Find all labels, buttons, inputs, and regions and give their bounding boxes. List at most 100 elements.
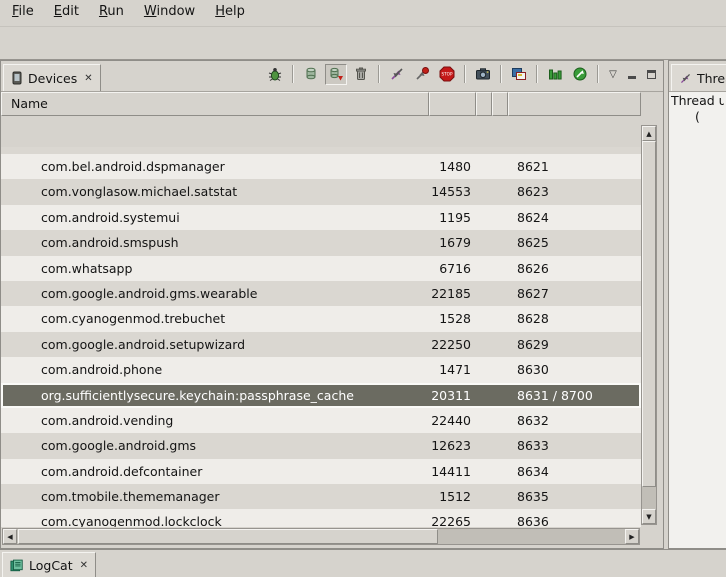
table-row[interactable]: com.vonglasow.michael.satstat145538623 [1, 179, 641, 204]
table-row[interactable]: com.android.vending224408632 [1, 408, 641, 433]
process-empty-cell [492, 509, 508, 527]
process-pid-cell: 22250 [429, 332, 476, 357]
systrace-button[interactable] [544, 64, 566, 85]
tab-logcat[interactable]: LogCat ✕ [2, 552, 96, 577]
process-empty-cell [476, 459, 492, 484]
toolbar-separator [536, 65, 538, 83]
table-row[interactable]: com.google.android.gms.wearable221858627 [1, 281, 641, 306]
table-row[interactable]: com.android.phone14718630 [1, 357, 641, 382]
dump-hprof-button[interactable] [325, 64, 347, 85]
table-row[interactable]: com.android.smspush16798625 [1, 230, 641, 255]
process-port-cell: 8621 [508, 154, 641, 179]
update-threads-button[interactable] [386, 64, 408, 85]
process-port-cell: 8623 [508, 179, 641, 204]
view-menu-icon[interactable]: ▽ [605, 66, 621, 82]
table-row[interactable]: com.google.android.gms126238633 [1, 433, 641, 458]
process-empty-cell [476, 484, 492, 509]
systrace-icon [547, 66, 563, 82]
scroll-down-icon[interactable]: ▼ [642, 509, 656, 524]
table-row[interactable]: com.cyanogenmod.lockclock222658636 [1, 509, 641, 527]
process-empty-cell [492, 281, 508, 306]
table-row[interactable]: com.cyanogenmod.trebuchet15288628 [1, 306, 641, 331]
vertical-scrollbar-thumb[interactable] [642, 141, 656, 487]
cause-gc-button[interactable] [350, 64, 372, 85]
process-empty-cell [492, 433, 508, 458]
tab-threads-label: Threads [697, 71, 726, 86]
process-port-cell: 8624 [508, 205, 641, 230]
process-name-cell: com.tmobile.thememanager [1, 484, 429, 509]
view-hierarchy-button[interactable] [508, 64, 530, 85]
close-icon[interactable]: ✕ [78, 560, 88, 571]
table-row[interactable]: com.tmobile.thememanager15128635 [1, 484, 641, 509]
table-row[interactable]: com.android.defcontainer144118634 [1, 459, 641, 484]
process-empty-cell [492, 332, 508, 357]
tab-threads[interactable]: Threads [671, 64, 726, 91]
process-port-cell: 8633 [508, 433, 641, 458]
process-port-cell: 8625 [508, 230, 641, 255]
column-header-name[interactable]: Name [1, 92, 429, 116]
process-empty-cell [476, 179, 492, 204]
process-pid-cell: 1471 [429, 357, 476, 382]
device-icon [11, 71, 23, 85]
scroll-up-icon[interactable]: ▲ [642, 126, 656, 141]
menu-bar: FileEditRunWindowHelp [0, 0, 726, 26]
process-empty-cell [492, 459, 508, 484]
table-row[interactable]: org.sufficientlysecure.keychain:passphra… [1, 383, 641, 408]
screen-capture-button[interactable] [472, 64, 494, 85]
main-toolbar [0, 26, 726, 60]
process-name-cell: com.android.vending [1, 408, 429, 433]
scroll-left-icon[interactable]: ◀ [3, 529, 17, 544]
update-heap-button[interactable] [300, 64, 322, 85]
process-pid-cell: 1528 [429, 306, 476, 331]
debug-process-button[interactable] [264, 64, 286, 85]
menu-item-file[interactable]: File [2, 0, 44, 26]
process-pid-cell: 1512 [429, 484, 476, 509]
process-empty-cell [476, 332, 492, 357]
menu-item-window[interactable]: Window [134, 0, 205, 26]
toolbar-separator [292, 65, 294, 83]
process-name-cell: com.android.smspush [1, 230, 429, 255]
svg-text:STOP: STOP [441, 72, 453, 77]
menu-item-help[interactable]: Help [205, 0, 255, 26]
table-row[interactable]: com.google.android.setupwizard222508629 [1, 332, 641, 357]
stop-process-button[interactable]: STOP [436, 64, 458, 85]
process-pid-cell: 14411 [429, 459, 476, 484]
horizontal-scrollbar[interactable]: ◀ ▶ [2, 528, 640, 545]
column-header-pid[interactable] [429, 92, 476, 116]
table-row[interactable]: com.android.systemui11958624 [1, 205, 641, 230]
process-empty-cell [476, 357, 492, 382]
toolbar-separator [597, 65, 599, 83]
view-hierarchy-icon [511, 66, 527, 82]
close-icon[interactable]: ✕ [82, 73, 92, 84]
table-row[interactable]: com.whatsapp67168626 [1, 256, 641, 281]
method-profiling-button[interactable] [411, 64, 433, 85]
tab-logcat-label: LogCat [29, 558, 73, 573]
screen-capture-icon [475, 66, 491, 82]
method-profiling-icon [414, 66, 430, 82]
minimize-icon[interactable] [624, 66, 640, 82]
threads-message-line2: ( [671, 109, 724, 124]
scroll-right-icon[interactable]: ▶ [625, 529, 639, 544]
horizontal-scrollbar-thumb[interactable] [18, 529, 438, 544]
tab-devices[interactable]: Devices ✕ [3, 64, 101, 91]
process-port-cell: 8628 [508, 306, 641, 331]
process-pid-cell: 6716 [429, 256, 476, 281]
process-empty-cell [476, 256, 492, 281]
menu-item-edit[interactable]: Edit [44, 0, 89, 26]
process-empty-cell [492, 484, 508, 509]
opengl-trace-button[interactable] [569, 64, 591, 85]
process-port-cell: 8636 [508, 509, 641, 527]
update-threads-icon [389, 66, 405, 82]
process-pid-cell: 1195 [429, 205, 476, 230]
window: FileEditRunWindowHelp Devices ✕ [0, 0, 726, 60]
threads-message-line1: Thread up [671, 93, 724, 108]
process-table-body: com.bel.android.dspmanager14808621com.vo… [1, 147, 641, 527]
vertical-scrollbar[interactable]: ▲ ▼ [641, 125, 657, 525]
process-pid-cell: 22265 [429, 509, 476, 527]
process-pid-cell: 1480 [429, 154, 476, 179]
process-empty-cell [492, 205, 508, 230]
menu-item-run[interactable]: Run [89, 0, 134, 26]
process-empty-cell [492, 306, 508, 331]
maximize-icon[interactable] [643, 66, 659, 82]
table-row[interactable]: com.bel.android.dspmanager14808621 [1, 154, 641, 179]
